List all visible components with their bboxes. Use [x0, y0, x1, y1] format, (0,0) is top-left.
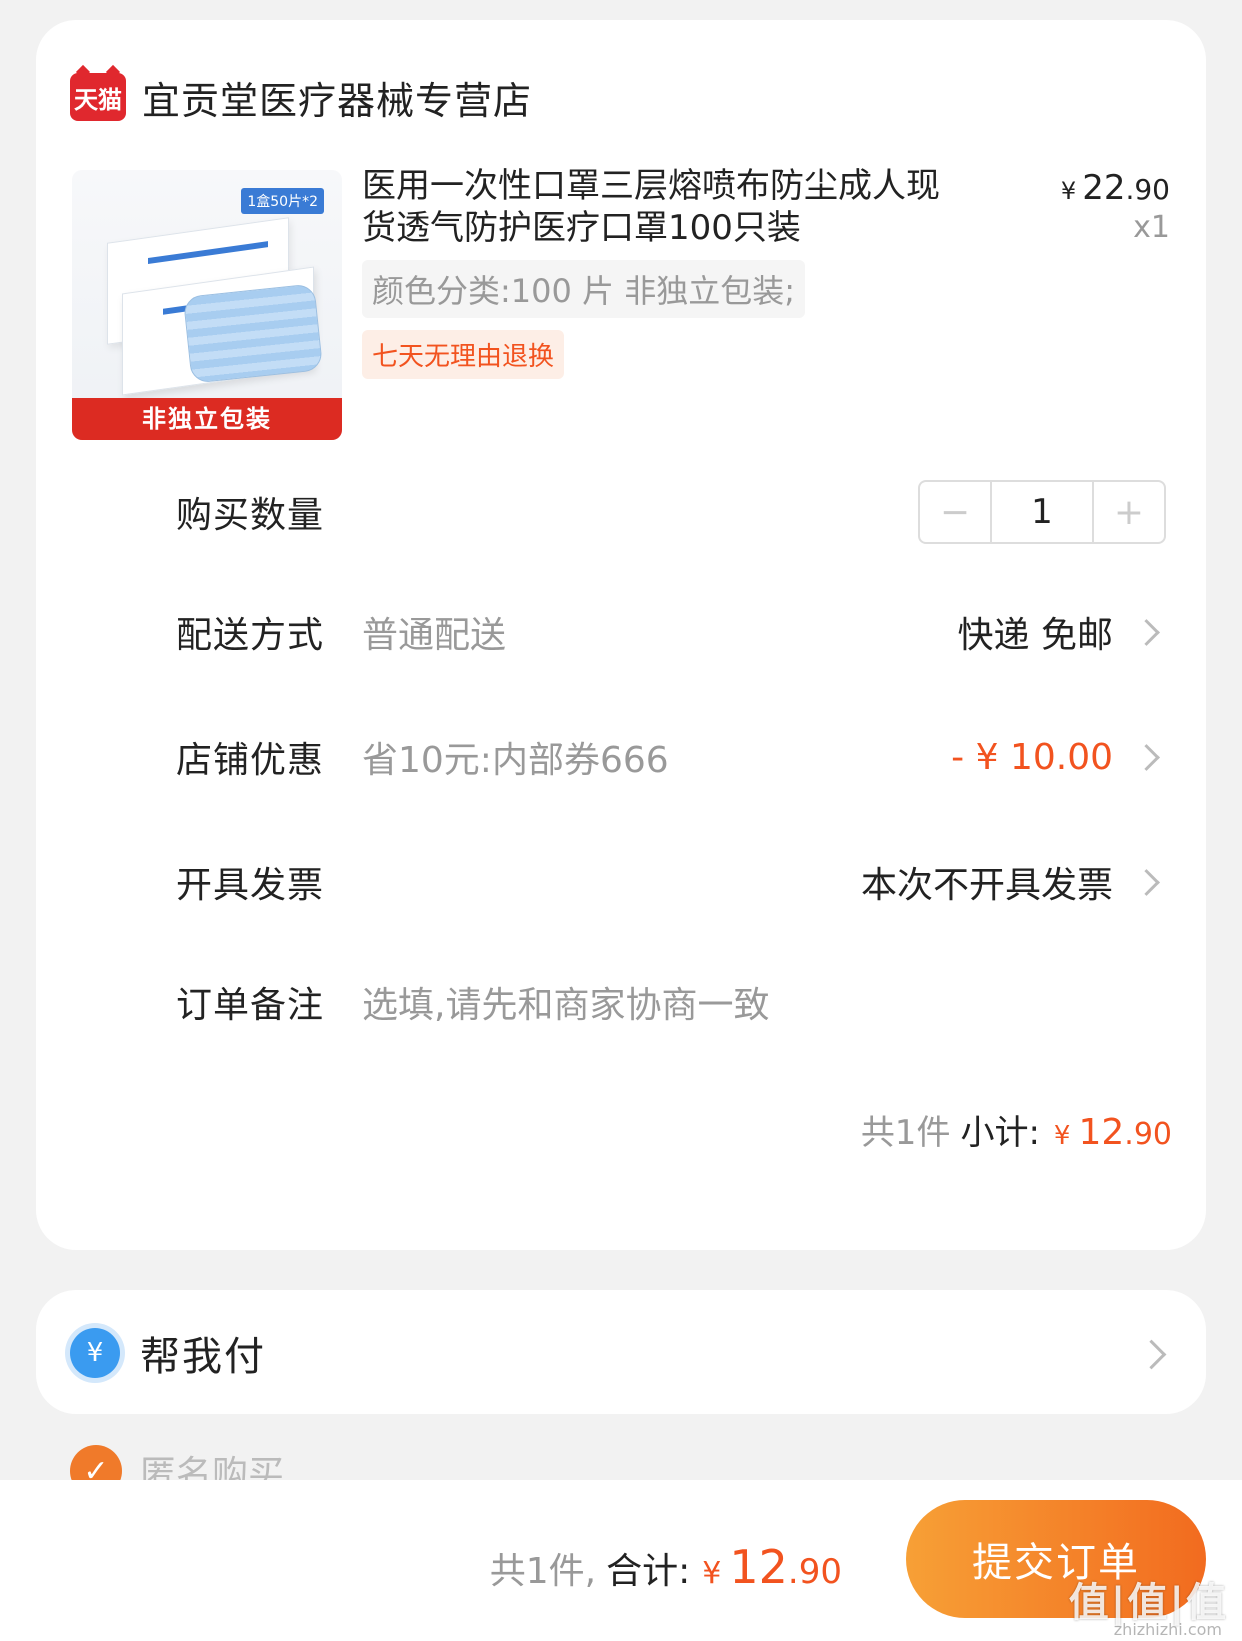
- price-int: 22: [1082, 168, 1126, 208]
- pay-for-me-card[interactable]: ¥ 帮我付: [36, 1290, 1206, 1414]
- order-card: 天猫 宜贡堂医疗器械专营店 1盒50片*2 非独立包装 医用一次性口罩三层熔喷布…: [36, 20, 1206, 1250]
- product-quantity: x1: [1133, 210, 1170, 245]
- subtotal-label: 小计:: [960, 1113, 1040, 1153]
- quantity-label: 购买数量: [176, 495, 325, 536]
- subtotal-dec: .90: [1124, 1117, 1172, 1152]
- quantity-input[interactable]: 1: [990, 482, 1094, 542]
- discount-label: 店铺优惠: [176, 740, 325, 781]
- product-price: ¥22.90: [1061, 168, 1170, 208]
- increment-button[interactable]: +: [1094, 482, 1164, 542]
- note-label: 订单备注: [176, 985, 325, 1026]
- watermark-url: zhizhizhi.com: [1113, 1620, 1222, 1639]
- total-count: 共1件,: [489, 1551, 597, 1592]
- shipping-row[interactable]: 配送方式 普通配送 快递 免邮: [176, 602, 1166, 662]
- chevron-right-icon: [1133, 868, 1160, 896]
- sku-tag: 颜色分类:100 片 非独立包装;: [362, 260, 805, 318]
- product-image[interactable]: 1盒50片*2 非独立包装: [72, 170, 342, 440]
- shipping-method: 快递 免邮: [957, 615, 1113, 656]
- image-badge: 1盒50片*2: [241, 188, 324, 214]
- total-label: 合计:: [606, 1551, 691, 1592]
- yuan-icon: ¥: [70, 1328, 120, 1378]
- pay-for-me-label: 帮我付: [140, 1334, 266, 1380]
- shipping-value: 普通配送: [362, 615, 507, 656]
- quantity-stepper: − 1 +: [918, 480, 1166, 544]
- total-int: 12: [729, 1540, 788, 1594]
- return-policy-tag: 七天无理由退换: [362, 330, 565, 379]
- shop-name[interactable]: 宜贡堂医疗器械专营店: [142, 70, 532, 125]
- tmall-logo-text: 天猫: [74, 85, 122, 114]
- total-dec: .90: [787, 1552, 842, 1592]
- invoice-row[interactable]: 开具发票 本次不开具发票: [176, 852, 1166, 912]
- discount-row[interactable]: 店铺优惠 省10元:内部券666 - ¥ 10.00: [176, 727, 1166, 787]
- decrement-button[interactable]: −: [920, 482, 990, 542]
- image-ribbon: 非独立包装: [72, 398, 342, 440]
- chevron-right-icon: [1133, 618, 1160, 646]
- chevron-right-icon: [1136, 1339, 1167, 1370]
- note-input[interactable]: 选填,请先和商家协商一致: [362, 976, 1166, 1028]
- order-total: 共1件, 合计: ¥ 12.90: [490, 1540, 842, 1594]
- price-dec: .90: [1125, 173, 1170, 206]
- chevron-right-icon: [1133, 743, 1160, 771]
- shipping-label: 配送方式: [176, 615, 325, 656]
- product-title[interactable]: 医用一次性口罩三层熔喷布防尘成人现货透气防护医疗口罩100只装: [362, 165, 962, 249]
- discount-amount: - ¥ 10.00: [951, 736, 1113, 778]
- invoice-value: 本次不开具发票: [860, 865, 1113, 906]
- subtotal-symbol: ¥: [1053, 1121, 1071, 1151]
- tmall-logo: 天猫: [70, 73, 126, 121]
- total-symbol: ¥: [702, 1556, 722, 1591]
- subtotal: 共1件 小计: ¥ 12.90: [861, 1105, 1172, 1154]
- bottom-bar: 共1件, 合计: ¥ 12.90 提交订单 值|值|值 zhizhizhi.co…: [0, 1480, 1242, 1641]
- invoice-label: 开具发票: [176, 865, 325, 906]
- subtotal-count: 共1件: [860, 1113, 951, 1153]
- subtotal-int: 12: [1078, 1112, 1125, 1153]
- discount-value: 省10元:内部券666: [362, 740, 669, 781]
- mask-illustration: [182, 283, 324, 384]
- price-symbol: ¥: [1060, 177, 1077, 205]
- note-row: 订单备注 选填,请先和商家协商一致: [176, 972, 1166, 1032]
- quantity-row: 购买数量 − 1 +: [176, 480, 1166, 544]
- shop-header[interactable]: 天猫 宜贡堂医疗器械专营店: [70, 62, 532, 132]
